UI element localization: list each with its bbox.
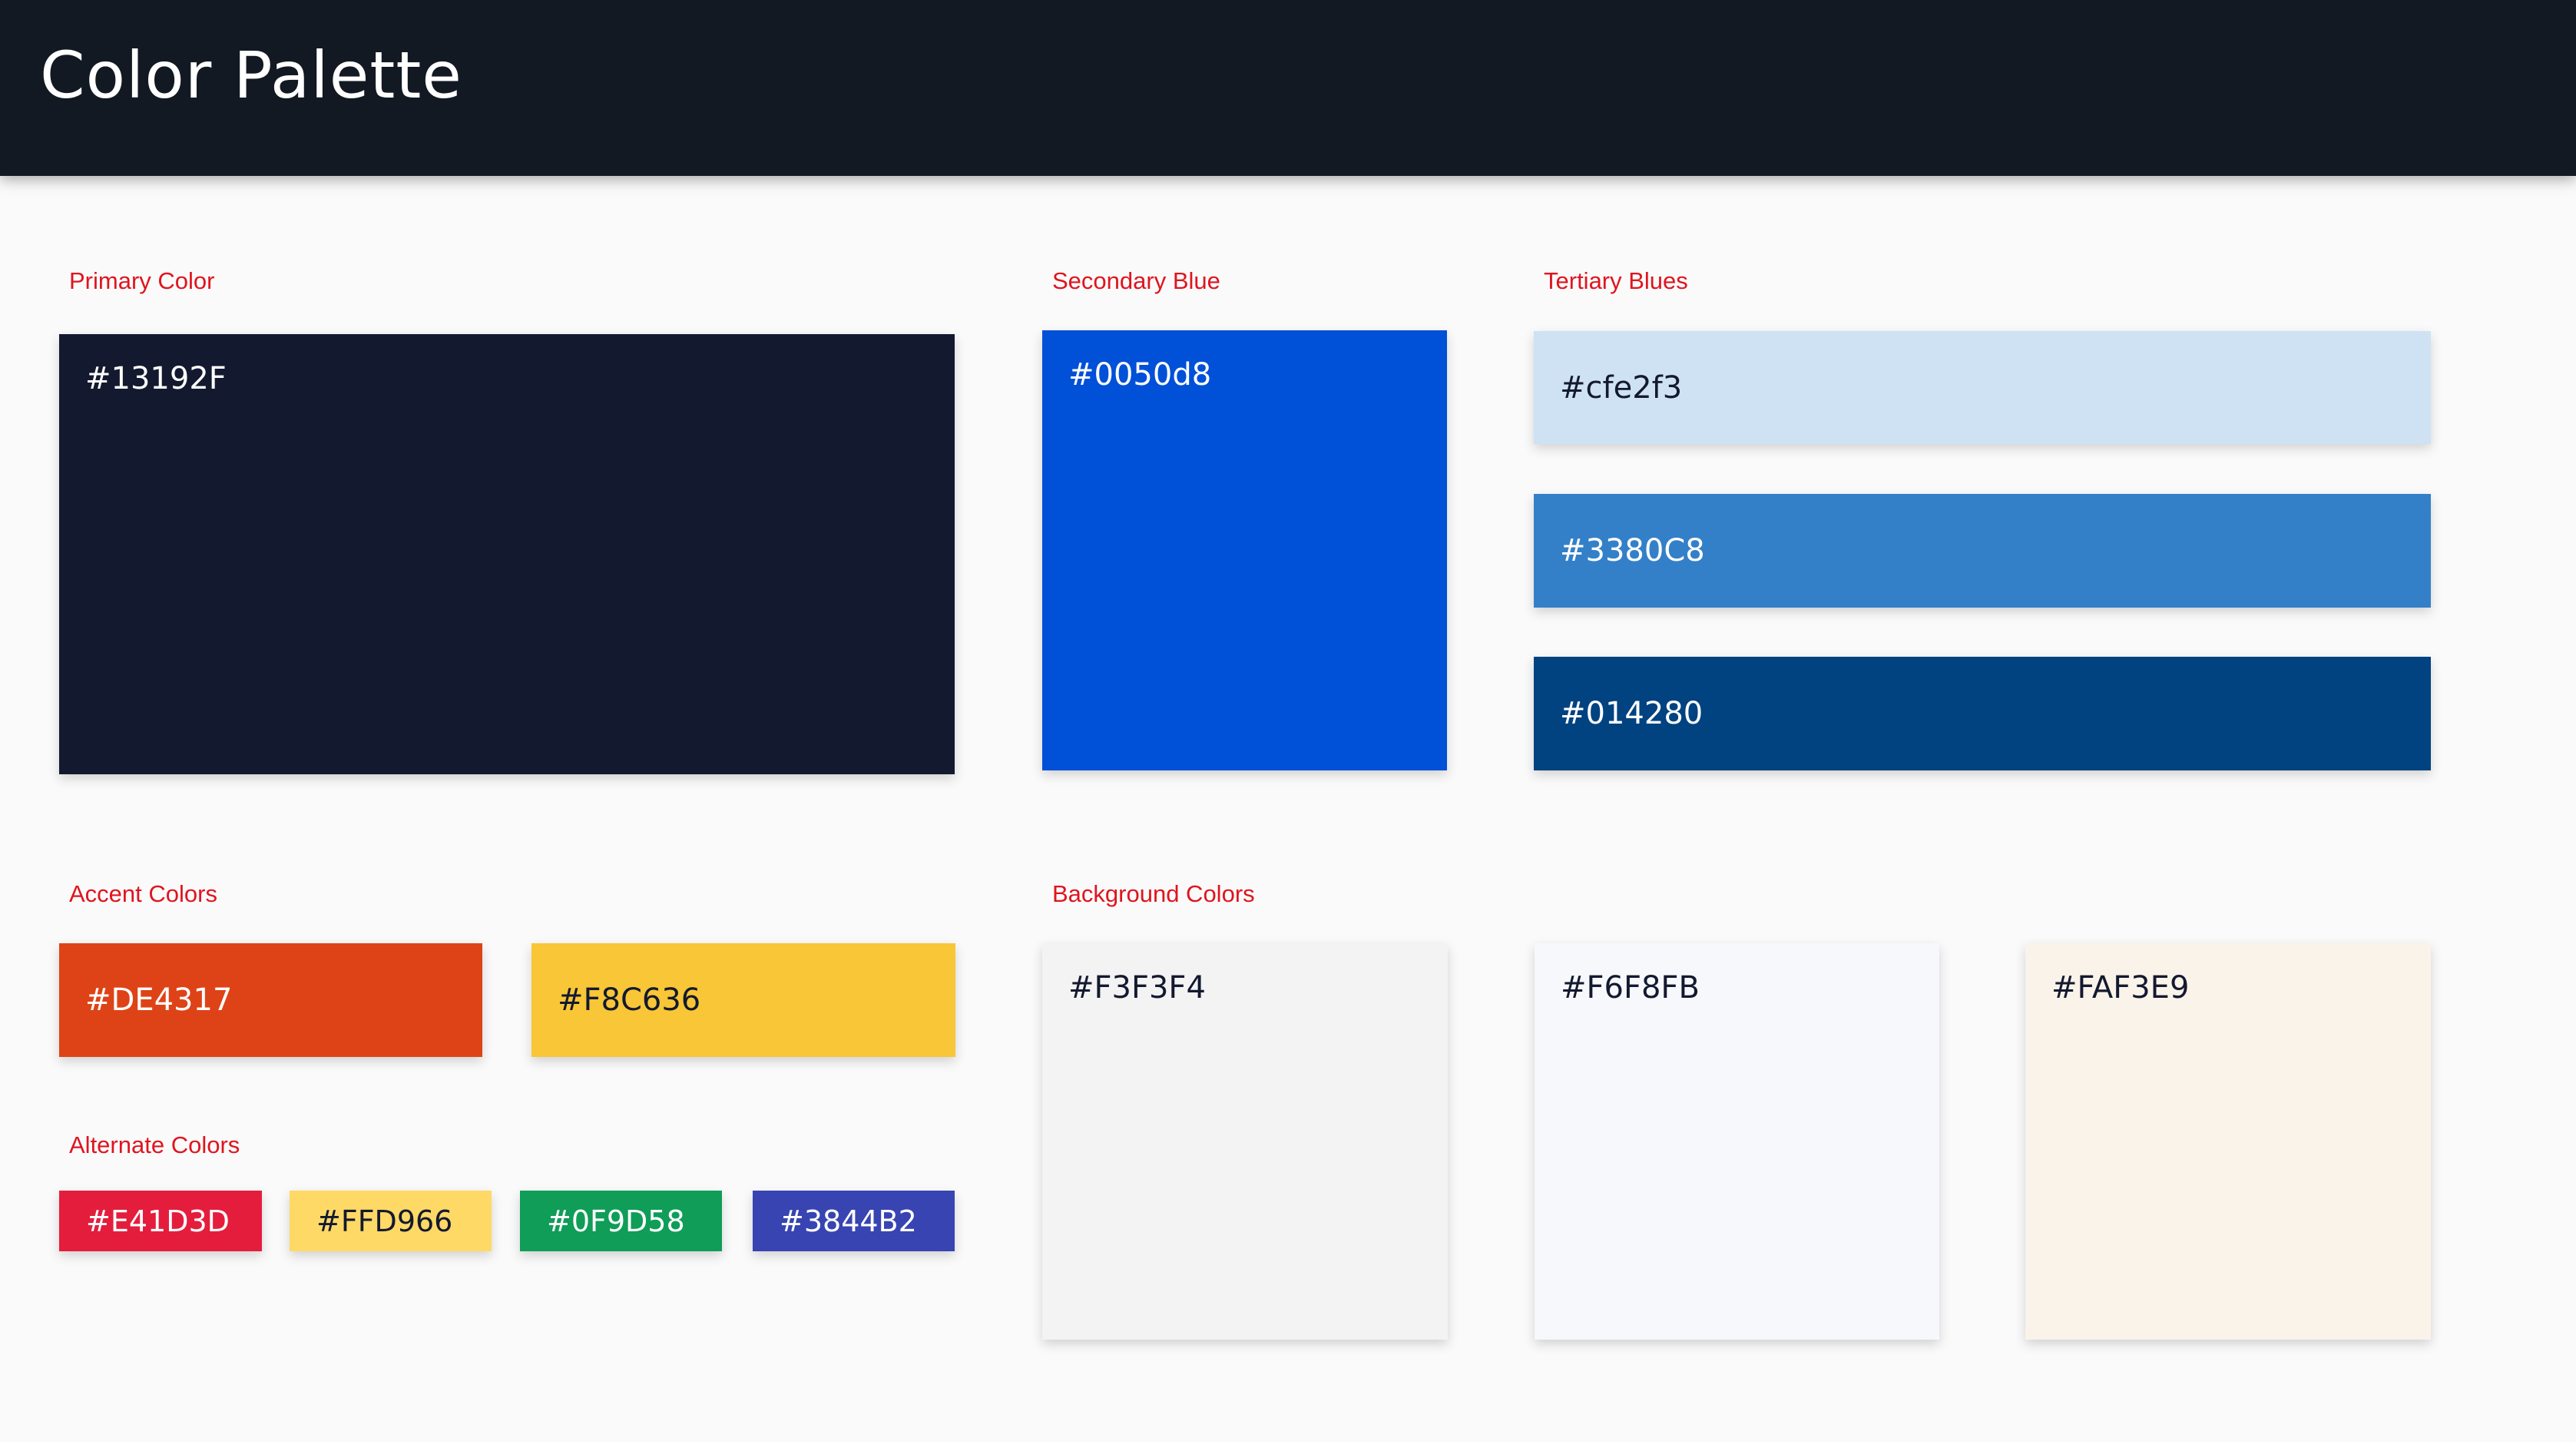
swatch-hex-code: #014280 (1560, 696, 1704, 731)
tertiary-swatch-dark[interactable]: #014280 (1534, 657, 2431, 770)
primary-color-label: Primary Color (69, 267, 215, 294)
palette-page: Color Palette Primary Color #13192F Seco… (0, 0, 2576, 1442)
alternate-swatch-indigo[interactable]: #3844B2 (753, 1191, 955, 1251)
alternate-colors-label: Alternate Colors (69, 1131, 240, 1158)
accent-swatch-orange[interactable]: #DE4317 (59, 943, 482, 1057)
page-header: Color Palette (0, 0, 2576, 176)
swatch-hex-code: #F8C636 (558, 982, 701, 1018)
background-swatch-warm[interactable]: #FAF3E9 (2025, 943, 2431, 1340)
alternate-swatch-red[interactable]: #E41D3D (59, 1191, 262, 1251)
alternate-swatch-yellow[interactable]: #FFD966 (290, 1191, 492, 1251)
page-title: Color Palette (40, 38, 462, 113)
tertiary-swatch-medium[interactable]: #3380C8 (1534, 494, 2431, 608)
background-swatch-cool[interactable]: #F6F8FB (1535, 943, 1939, 1340)
secondary-swatch[interactable]: #0050d8 (1042, 330, 1447, 770)
tertiary-swatch-light[interactable]: #cfe2f3 (1534, 331, 2431, 444)
swatch-hex-code: #FFD966 (316, 1204, 453, 1238)
swatch-hex-code: #E41D3D (86, 1204, 230, 1238)
accent-swatch-yellow[interactable]: #F8C636 (531, 943, 955, 1057)
swatch-hex-code: #F3F3F4 (1068, 970, 1206, 1005)
tertiary-blues-label: Tertiary Blues (1544, 267, 1688, 294)
swatch-hex-code: #3844B2 (780, 1204, 917, 1238)
background-colors-label: Background Colors (1052, 880, 1255, 907)
alternate-swatch-green[interactable]: #0F9D58 (520, 1191, 722, 1251)
swatch-hex-code: #0F9D58 (547, 1204, 685, 1238)
swatch-hex-code: #0050d8 (1068, 357, 1212, 393)
swatch-hex-code: #F6F8FB (1561, 970, 1700, 1005)
swatch-hex-code: #cfe2f3 (1560, 369, 1683, 406)
secondary-blue-label: Secondary Blue (1052, 267, 1220, 294)
swatch-hex-code: #3380C8 (1560, 533, 1705, 568)
swatch-hex-code: #DE4317 (85, 982, 233, 1018)
swatch-hex-code: #FAF3E9 (2051, 970, 2190, 1005)
accent-colors-label: Accent Colors (69, 880, 217, 907)
swatch-hex-code: #13192F (85, 361, 227, 396)
background-swatch-gray[interactable]: #F3F3F4 (1042, 943, 1448, 1340)
primary-swatch[interactable]: #13192F (59, 334, 955, 774)
